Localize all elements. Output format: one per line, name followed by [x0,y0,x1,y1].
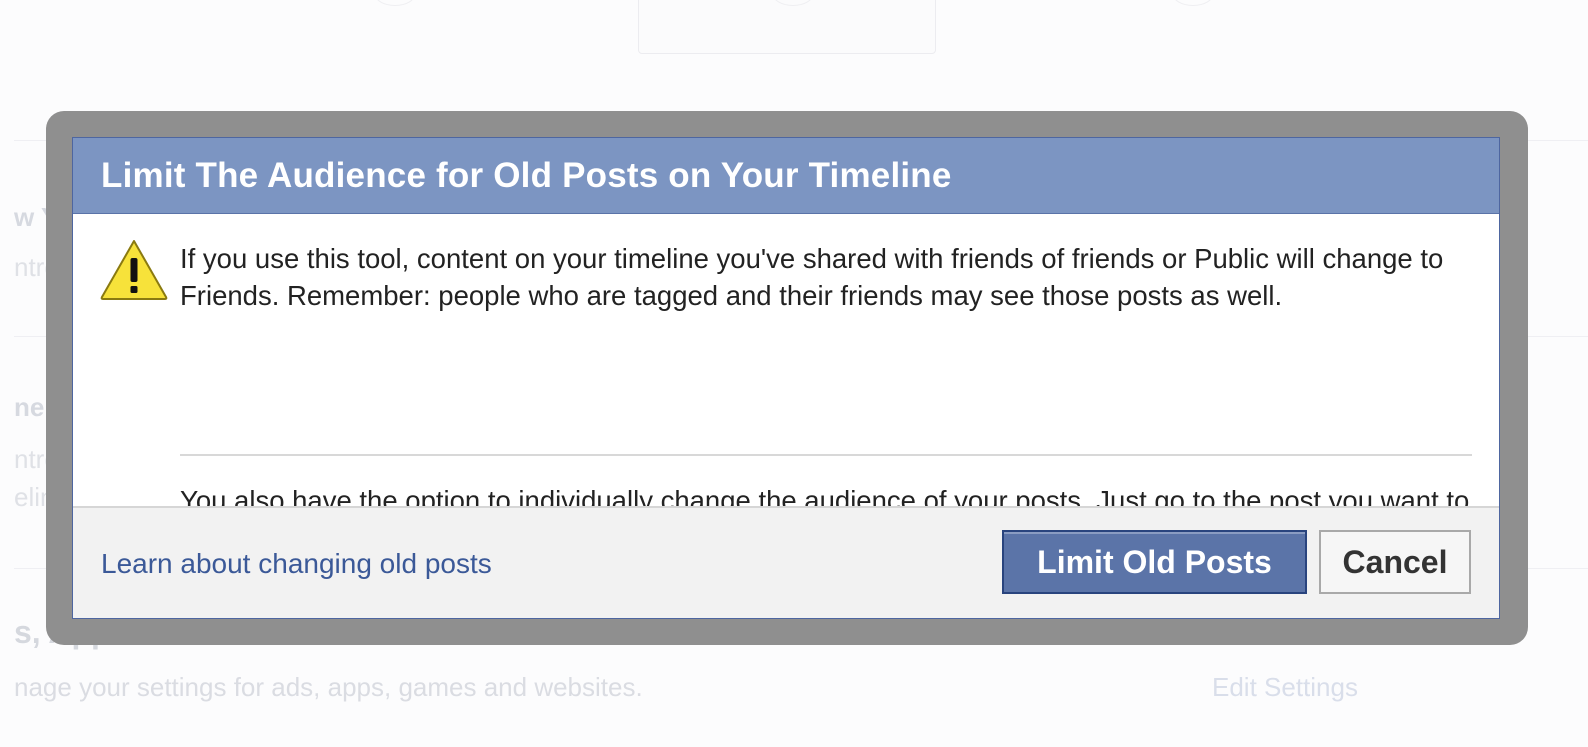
body-divider [180,454,1472,456]
warning-message: If you use this tool, content on your ti… [180,243,1444,311]
dialog-body: If you use this tool, content on your ti… [73,214,1499,553]
warning-triangle-icon [100,240,168,300]
learn-about-changing-old-posts-link[interactable]: Learn about changing old posts [101,548,492,580]
dialog-title: Limit The Audience for Old Posts on Your… [101,155,952,195]
background-box [638,0,936,54]
limit-old-posts-dialog: Limit The Audience for Old Posts on Your… [72,137,1500,619]
background-edit-settings-link: Edit Settings [1212,672,1358,702]
dialog-footer: Learn about changing old posts Limit Old… [73,506,1499,618]
background-section-description: nage your settings for ads, apps, games … [14,672,643,702]
background-circle [374,0,416,6]
limit-old-posts-button[interactable]: Limit Old Posts [1002,530,1307,594]
dialog-header: Limit The Audience for Old Posts on Your… [73,138,1499,214]
background-circle [1172,0,1214,6]
cancel-button[interactable]: Cancel [1319,530,1471,594]
